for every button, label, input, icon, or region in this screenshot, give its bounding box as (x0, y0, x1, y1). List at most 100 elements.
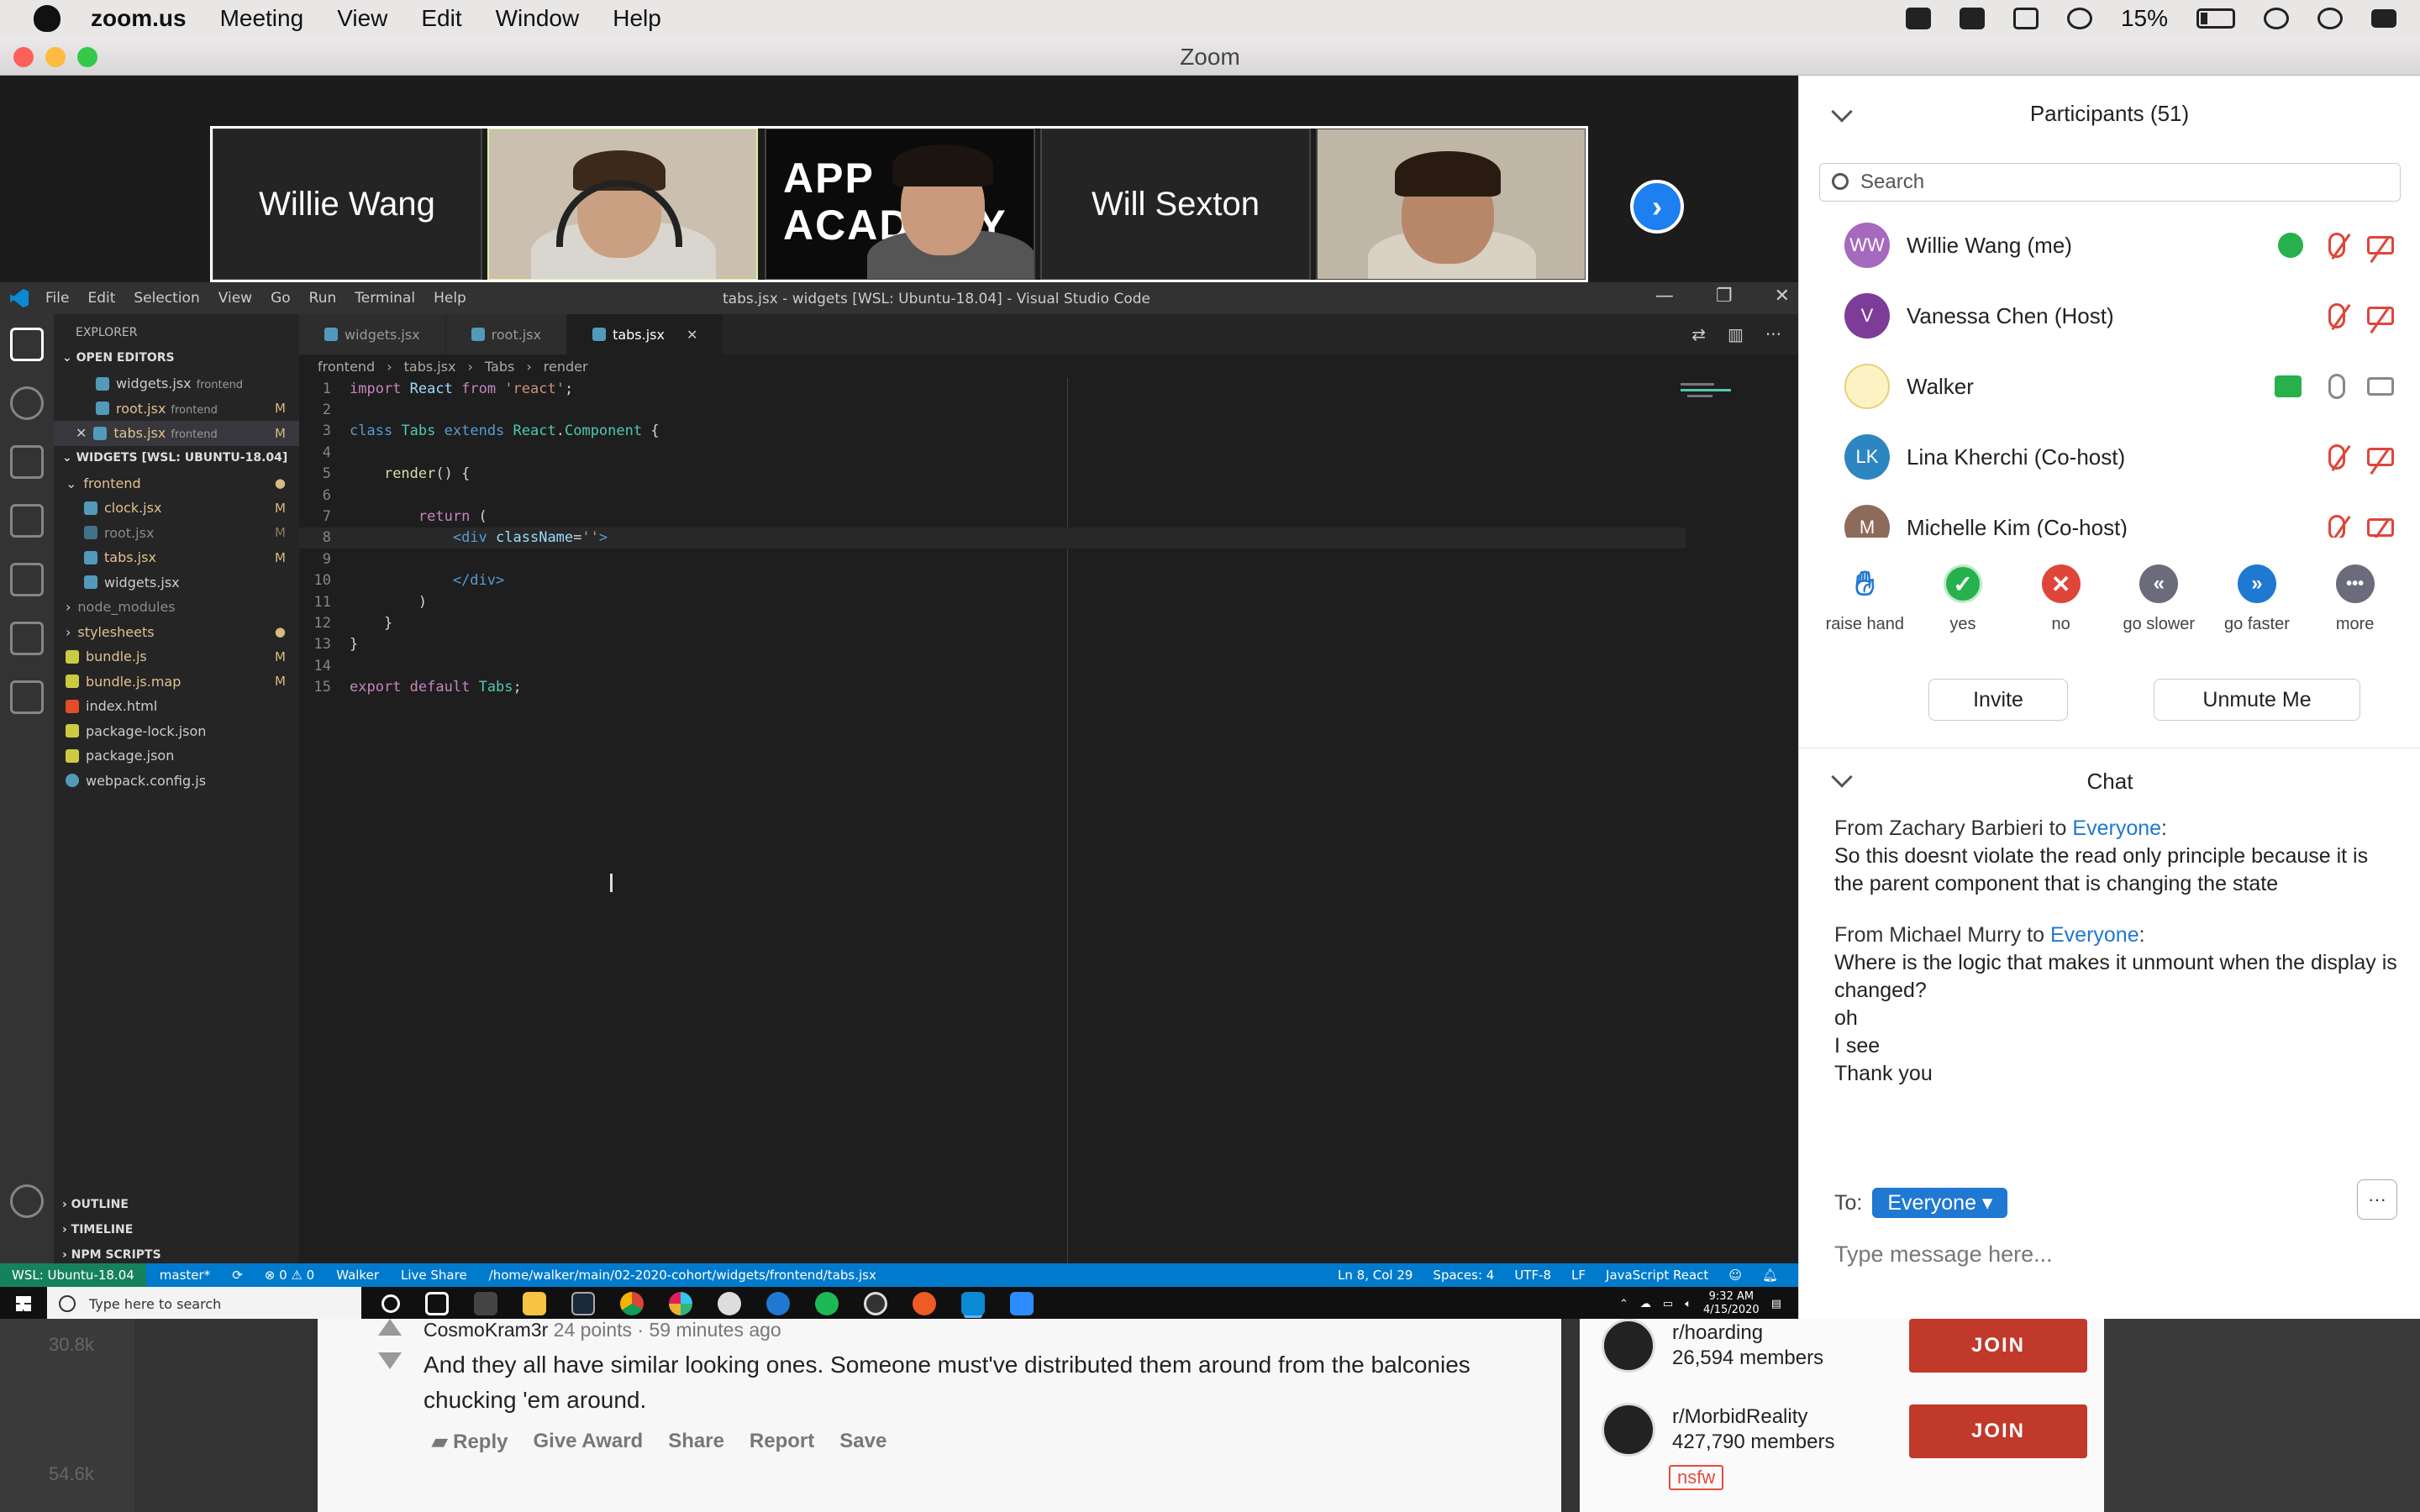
more-actions-icon[interactable]: ··· (1765, 324, 1781, 344)
tree-file[interactable]: widgets.jsx (54, 570, 299, 596)
tree-folder[interactable]: › stylesheets ● (54, 620, 299, 645)
video-off-icon[interactable] (2367, 307, 2394, 325)
outline-section[interactable]: › OUTLINE (54, 1193, 299, 1218)
upvote-icon[interactable] (378, 1319, 402, 1336)
onedrive-icon[interactable]: ☁ (1640, 1298, 1651, 1310)
search-icon[interactable] (10, 386, 44, 420)
clock-icon[interactable] (2264, 8, 2289, 29)
minimap[interactable] (1672, 378, 1781, 428)
reply-button[interactable]: ▰ Reply (432, 1430, 508, 1454)
live-share-button[interactable]: Live Share (401, 1268, 467, 1283)
join-button[interactable]: JOIN (1909, 1319, 2087, 1373)
app-icon[interactable] (766, 1292, 790, 1315)
restore-icon[interactable]: ❐ (1716, 286, 1733, 307)
tree-file[interactable]: package-lock.json (54, 719, 299, 744)
cortana-icon[interactable] (381, 1294, 400, 1313)
more-button[interactable]: ••• more (2309, 564, 2402, 657)
close-editor-icon[interactable]: ✕ (76, 425, 87, 441)
tree-file[interactable]: clock.jsx M (54, 496, 299, 521)
remote-indicator[interactable]: WSL: Ubuntu-18.04 (0, 1263, 146, 1287)
workspace-section[interactable]: ⌄ WIDGETS [WSL: UBUNTU-18.04] (54, 446, 299, 471)
open-changes-icon[interactable]: ⇄ (1691, 324, 1706, 344)
cursor-position[interactable]: Ln 8, Col 29 (1338, 1268, 1413, 1283)
close-tab-icon[interactable]: ✕ (687, 327, 697, 343)
problems-count[interactable]: ⊗ 0 ⚠ 0 (265, 1268, 314, 1283)
feedback-icon[interactable]: ☺ (1728, 1268, 1742, 1283)
airplay-icon[interactable] (2012, 8, 2039, 29)
file-explorer-icon[interactable] (523, 1292, 546, 1315)
tree-file[interactable]: tabs.jsx M (54, 545, 299, 570)
task-view-icon[interactable] (425, 1292, 449, 1315)
tree-file[interactable]: bundle.js M (54, 644, 299, 669)
notifications-icon[interactable]: ▤ (1771, 1298, 1781, 1310)
participant-search-input[interactable]: Search (1819, 163, 2401, 202)
video-off-icon[interactable] (2367, 236, 2394, 255)
zoom-status-icon[interactable] (1905, 8, 1931, 29)
tree-file[interactable]: package.json (54, 743, 299, 769)
go-slower-button[interactable]: «go slower (2112, 564, 2205, 657)
mic-icon[interactable] (2328, 374, 2345, 399)
participant-row[interactable]: V Vanessa Chen (Host) (1799, 281, 2420, 351)
vs-menu-file[interactable]: File (45, 290, 69, 307)
chrome-icon[interactable] (620, 1292, 644, 1315)
vs-menu-view[interactable]: View (218, 290, 252, 307)
windows-start-icon[interactable] (7, 1287, 40, 1320)
vs-menu-help[interactable]: Help (434, 290, 466, 307)
video-tile-participant[interactable] (1316, 128, 1586, 281)
run-debug-icon[interactable] (10, 504, 44, 538)
menu-meeting[interactable]: Meeting (220, 5, 304, 32)
raise-hand-button[interactable]: ✋︎ raise hand (1818, 564, 1911, 657)
live-share-user[interactable]: Walker (336, 1268, 379, 1283)
battery-icon[interactable] (2196, 8, 2235, 29)
open-editor-item[interactable]: widgets.jsx frontend (54, 371, 299, 396)
video-off-icon[interactable] (2367, 448, 2394, 466)
save-button[interactable]: Save (839, 1430, 886, 1454)
bell-icon[interactable]: 🔔︎ (1762, 1268, 1778, 1283)
split-editor-icon[interactable]: ▥ (1728, 324, 1744, 344)
minimize-icon[interactable]: — (1655, 286, 1674, 307)
muted-mic-icon[interactable] (2328, 303, 2345, 328)
breadcrumb-item[interactable]: tabs.jsx (404, 359, 456, 375)
tree-file[interactable]: webpack.config.js (54, 769, 299, 794)
volume-icon[interactable]: 🔈︎ (1685, 1298, 1691, 1310)
git-branch[interactable]: master* (160, 1268, 210, 1283)
source-control-icon[interactable] (10, 445, 44, 479)
next-page-button[interactable]: › (1630, 180, 1684, 234)
chat-message-input[interactable]: Type message here... (1834, 1242, 2053, 1268)
vs-menu-terminal[interactable]: Terminal (355, 290, 415, 307)
participant-row[interactable]: Walker (1799, 351, 2420, 422)
language-mode[interactable]: JavaScript React (1606, 1268, 1708, 1283)
breadcrumb-item[interactable]: render (544, 359, 588, 375)
unmute-me-button[interactable]: Unmute Me (2154, 679, 2360, 721)
muted-mic-icon[interactable] (2328, 515, 2345, 538)
share-button[interactable]: Share (668, 1430, 724, 1454)
chrome-canary-icon[interactable] (718, 1292, 741, 1315)
sync-icon[interactable]: ⟳ (232, 1268, 243, 1283)
code-editor[interactable]: 1 import React from 'react'; 2 3 class Tab… (299, 378, 1686, 1260)
open-editor-item[interactable]: root.jsx frontend M (54, 396, 299, 422)
steam-icon[interactable] (571, 1292, 595, 1315)
search-icon[interactable] (2317, 8, 2343, 29)
vscode-taskbar-icon[interactable] (961, 1292, 985, 1315)
remote-explorer-icon[interactable] (10, 563, 44, 596)
tree-file[interactable]: root.jsx M (54, 521, 299, 546)
participant-row[interactable]: LK Lina Kherchi (Co-host) (1799, 422, 2420, 492)
open-editors-section[interactable]: ⌄ OPEN EDITORS (54, 346, 299, 371)
go-faster-button[interactable]: » go faster (2211, 564, 2303, 657)
video-tile-will-sexton[interactable]: Will Sexton (1040, 128, 1311, 281)
list-icon[interactable] (2371, 9, 2396, 28)
settings-gear-icon[interactable] (10, 1184, 44, 1218)
postman-icon[interactable] (913, 1292, 936, 1315)
calculator-icon[interactable] (474, 1292, 497, 1315)
close-icon[interactable]: ✕ (1775, 286, 1790, 307)
wifi-icon[interactable] (2066, 8, 2092, 29)
video-off-icon[interactable] (2367, 518, 2394, 537)
vs-menu-run[interactable]: Run (309, 290, 337, 307)
vs-menu-go[interactable]: Go (271, 290, 291, 307)
collapse-chat-icon[interactable] (1831, 766, 1853, 788)
apple-icon[interactable] (34, 5, 60, 32)
taskbar-clock[interactable]: 9:32 AM 4/15/2020 (1703, 1290, 1760, 1317)
tray-chevron-icon[interactable]: ⌃ (1619, 1298, 1628, 1310)
tab-widgets[interactable]: widgets.jsx (299, 314, 446, 354)
evernote-icon[interactable] (1959, 8, 1985, 29)
